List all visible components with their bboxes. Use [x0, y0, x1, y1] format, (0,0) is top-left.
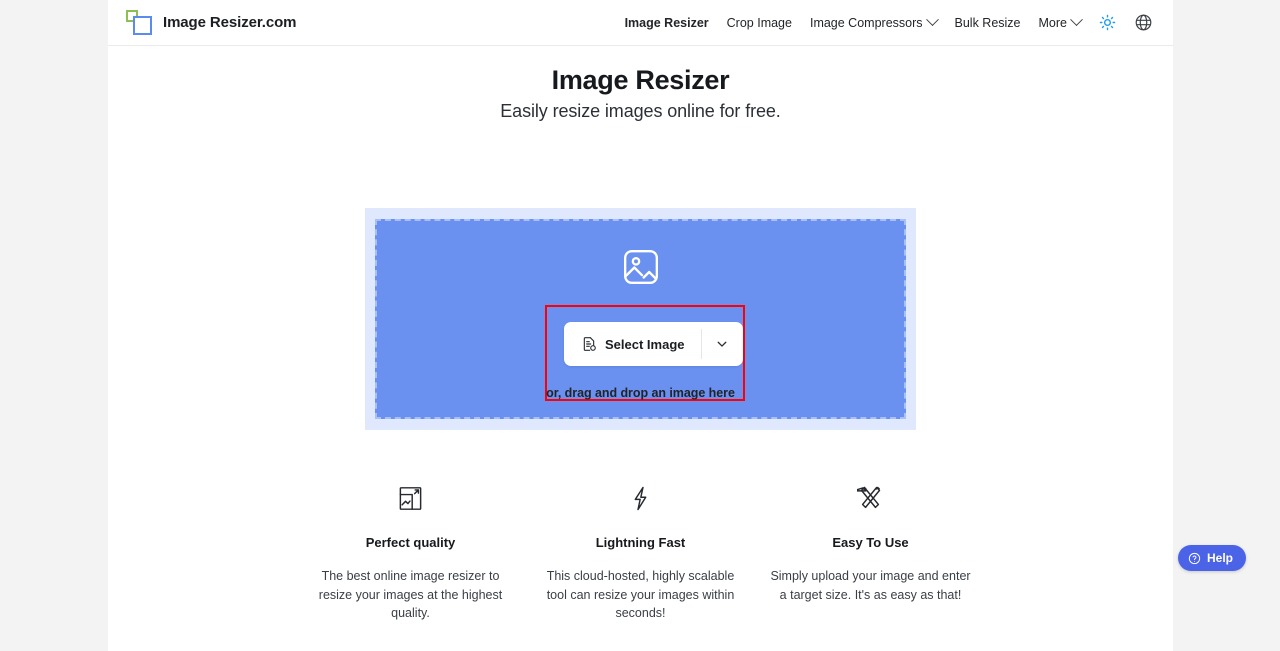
upload-dropzone-container[interactable]: Select Image or, drag and drop an image … — [365, 208, 916, 431]
chevron-down-icon — [717, 342, 727, 348]
file-select-icon — [583, 337, 596, 352]
main-navigation: Image Resizer Crop Image Image Compresso… — [625, 13, 1153, 32]
drag-drop-hint: or, drag and drop an image here — [546, 386, 735, 401]
resize-image-icon — [399, 487, 422, 510]
feature-description: Simply upload your image and enter a tar… — [770, 569, 971, 602]
feature-title: Easy To Use — [832, 535, 909, 551]
globe-icon — [1135, 14, 1152, 31]
nav-label: Crop Image — [726, 15, 792, 30]
nav-item-bulk-resize[interactable]: Bulk Resize — [955, 16, 1021, 30]
nav-label: Image Compressors — [809, 15, 923, 30]
lightning-bolt-icon — [634, 486, 647, 511]
chevron-down-icon — [1070, 13, 1083, 27]
nav-item-crop-image[interactable]: Crop Image — [727, 16, 792, 30]
feature-description: This cloud-hosted, highly scalable tool … — [546, 569, 735, 620]
page-title: Image Resizer — [551, 65, 730, 95]
help-label: Help — [1206, 551, 1233, 565]
chevron-down-icon — [925, 13, 939, 27]
upload-dropzone[interactable]: Select Image or, drag and drop an image … — [375, 219, 906, 420]
page-content-area: Image Resizer.com Image Resizer Crop Ima… — [108, 0, 1173, 651]
feature-icon-wrapper — [538, 481, 744, 515]
image-placeholder-icon — [623, 250, 658, 285]
feature-icon-wrapper — [308, 481, 514, 515]
language-selector-button[interactable] — [1134, 13, 1153, 32]
select-image-label: Select Image — [605, 336, 685, 352]
select-image-button-group[interactable]: Select Image — [564, 322, 743, 367]
feature-perfect-quality: Perfect quality The best online image re… — [296, 481, 526, 621]
feature-title: Perfect quality — [365, 535, 456, 551]
nav-label: More — [1038, 15, 1067, 30]
feature-icon-wrapper — [768, 481, 974, 515]
theme-toggle-button[interactable] — [1099, 14, 1116, 31]
feature-lightning-fast: Lightning Fast This cloud-hosted, highly… — [526, 481, 756, 621]
select-image-button[interactable]: Select Image — [564, 322, 701, 366]
brand-name: Image Resizer.com — [163, 14, 297, 31]
feature-easy-to-use: Easy To Use Simply upload your image and… — [756, 481, 986, 621]
feature-description: The best online image resizer to resize … — [318, 569, 503, 620]
brand-logo-link[interactable]: Image Resizer.com — [126, 9, 297, 36]
nav-item-more[interactable]: More — [1038, 13, 1083, 30]
help-button[interactable]: Help — [1177, 545, 1246, 571]
pencil-ruler-icon — [857, 486, 881, 509]
question-circle-icon — [1188, 552, 1201, 564]
overlapping-squares-logo-icon — [126, 9, 154, 36]
hero-section: Image Resizer Easily resize images onlin… — [108, 46, 1173, 122]
nav-item-image-resizer[interactable]: Image Resizer — [625, 16, 709, 30]
select-image-dropdown-toggle[interactable] — [702, 322, 743, 366]
page-subtitle: Easily resize images online for free. — [500, 101, 781, 122]
nav-label: Bulk Resize — [954, 15, 1021, 30]
site-header: Image Resizer.com Image Resizer Crop Ima… — [108, 0, 1173, 46]
nav-item-image-compressors[interactable]: Image Compressors — [809, 13, 939, 30]
sun-icon — [1099, 14, 1116, 31]
nav-label: Image Resizer — [624, 15, 709, 30]
feature-title: Lightning Fast — [595, 535, 686, 551]
features-section: Perfect quality The best online image re… — [296, 481, 986, 621]
